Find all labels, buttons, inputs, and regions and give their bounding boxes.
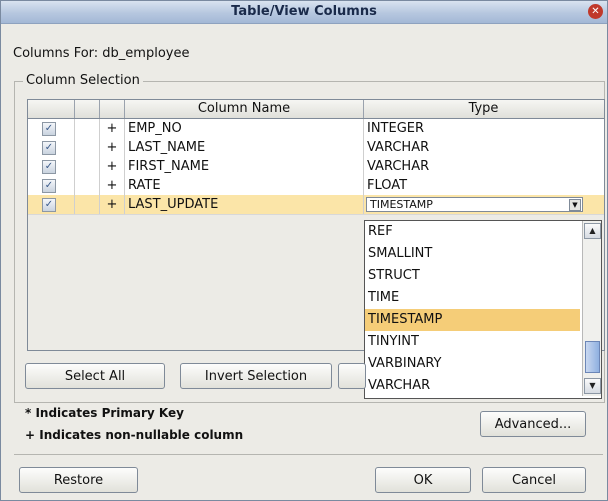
advanced-button[interactable]: Advanced... xyxy=(480,411,586,437)
scroll-thumb[interactable] xyxy=(585,341,600,373)
row-checkbox[interactable]: ✓ xyxy=(42,122,56,136)
table-row[interactable]: ✓ + LAST_UPDATE TIMESTAMP ▼ xyxy=(28,195,604,215)
row-type-value: VARCHAR xyxy=(367,140,430,155)
row-type-value: INTEGER xyxy=(367,121,425,136)
cancel-button[interactable]: Cancel xyxy=(482,467,586,493)
restore-button[interactable]: Restore xyxy=(19,467,138,493)
row-check-cell[interactable]: ✓ xyxy=(28,119,75,138)
scroll-up-icon[interactable]: ▲ xyxy=(584,223,601,239)
row-flag-cell: + xyxy=(100,195,125,214)
table-row[interactable]: ✓ + FIRST_NAME VARCHAR xyxy=(28,157,604,177)
type-option[interactable]: VARCHAR xyxy=(365,375,580,397)
table-row[interactable]: ✓ + LAST_NAME VARCHAR xyxy=(28,138,604,158)
type-option[interactable]: STRUCT xyxy=(365,265,580,287)
row-check-cell[interactable]: ✓ xyxy=(28,195,75,214)
row-type-cell[interactable]: TIMESTAMP ▼ xyxy=(364,195,604,214)
type-option[interactable]: SMALLINT xyxy=(365,243,580,265)
row-type-cell[interactable]: VARCHAR xyxy=(364,157,604,176)
row-flag-cell: + xyxy=(100,157,125,176)
hidden-button[interactable] xyxy=(338,363,366,389)
row-check-cell[interactable]: ✓ xyxy=(28,138,75,157)
table-row[interactable]: ✓ + RATE FLOAT xyxy=(28,176,604,196)
row-checkbox[interactable]: ✓ xyxy=(42,179,56,193)
row-key-cell xyxy=(75,119,100,138)
row-column-name[interactable]: LAST_NAME xyxy=(125,138,364,157)
row-flag-cell: + xyxy=(100,176,125,195)
row-key-cell xyxy=(75,157,100,176)
column-selection-label: Column Selection xyxy=(23,73,143,88)
header-type[interactable]: Type xyxy=(364,100,603,118)
row-type-value: VARCHAR xyxy=(367,159,430,174)
ok-button[interactable]: OK xyxy=(375,467,471,493)
row-key-cell xyxy=(75,176,100,195)
combo-arrow-icon[interactable]: ▼ xyxy=(569,199,581,211)
table-header: Column Name Type xyxy=(28,100,604,119)
row-checkbox[interactable]: ✓ xyxy=(42,141,56,155)
table-row[interactable]: ✓ + EMP_NO INTEGER xyxy=(28,119,604,139)
close-icon[interactable]: ✕ xyxy=(588,4,603,19)
row-column-name[interactable]: FIRST_NAME xyxy=(125,157,364,176)
type-option[interactable]: TIMESTAMP xyxy=(365,309,580,331)
header-check[interactable] xyxy=(28,100,75,118)
row-check-cell[interactable]: ✓ xyxy=(28,176,75,195)
primary-key-legend: * Indicates Primary Key xyxy=(25,406,184,420)
header-column-name[interactable]: Column Name xyxy=(125,100,364,118)
type-option[interactable]: TIME xyxy=(365,287,580,309)
non-nullable-legend: + Indicates non-nullable column xyxy=(25,428,244,442)
row-type-cell[interactable]: VARCHAR xyxy=(364,138,604,157)
row-column-name[interactable]: RATE xyxy=(125,176,364,195)
type-option[interactable]: REF xyxy=(365,221,580,243)
type-combo-editor[interactable]: TIMESTAMP ▼ xyxy=(366,197,583,212)
type-option[interactable]: VARBINARY xyxy=(365,353,580,375)
row-type-cell[interactable]: FLOAT xyxy=(364,176,604,195)
row-checkbox[interactable]: ✓ xyxy=(42,160,56,174)
type-dropdown-list[interactable]: REF SMALLINT STRUCT TIME TIMESTAMP TINYINT VAR… xyxy=(364,220,602,399)
type-option[interactable]: TINYINT xyxy=(365,331,580,353)
row-flag-cell: + xyxy=(100,138,125,157)
row-column-name[interactable]: LAST_UPDATE xyxy=(125,195,364,214)
dialog-title: Table/View Columns xyxy=(231,4,377,19)
invert-selection-button[interactable]: Invert Selection xyxy=(180,363,332,389)
select-all-button[interactable]: Select All xyxy=(25,363,165,389)
scroll-down-icon[interactable]: ▼ xyxy=(584,378,601,394)
separator xyxy=(14,454,603,455)
row-key-cell xyxy=(75,195,100,214)
table-view-columns-dialog: Table/View Columns ✕ Columns For: db_emp… xyxy=(0,0,608,501)
row-key-cell xyxy=(75,138,100,157)
row-type-cell[interactable]: INTEGER xyxy=(364,119,604,138)
row-column-name[interactable]: EMP_NO xyxy=(125,119,364,138)
row-type-value: FLOAT xyxy=(367,178,408,193)
type-combo-value: TIMESTAMP xyxy=(370,198,433,211)
row-checkbox[interactable]: ✓ xyxy=(42,198,56,212)
columns-for-label: Columns For: db_employee xyxy=(13,46,190,61)
header-key[interactable] xyxy=(75,100,100,118)
row-flag-cell: + xyxy=(100,119,125,138)
title-bar[interactable]: Table/View Columns ✕ xyxy=(1,1,607,24)
header-flag[interactable] xyxy=(100,100,125,118)
row-check-cell[interactable]: ✓ xyxy=(28,157,75,176)
dropdown-scrollbar[interactable]: ▲ ▼ xyxy=(582,221,601,396)
